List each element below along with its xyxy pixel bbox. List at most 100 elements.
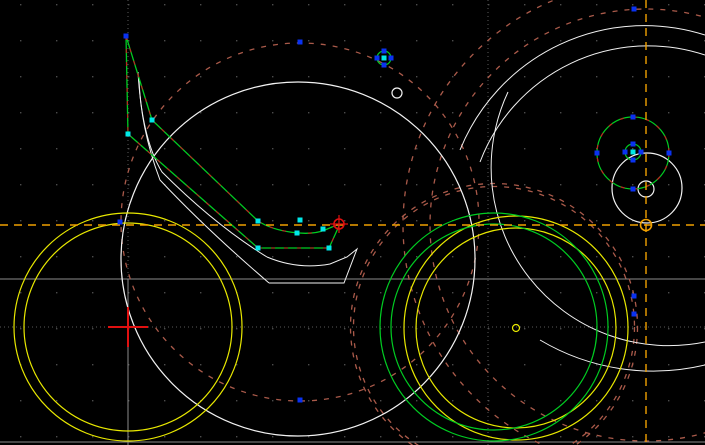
grid-dot xyxy=(524,364,525,365)
grid-dot xyxy=(632,148,633,149)
grid-dot xyxy=(668,436,669,437)
grid-dot xyxy=(308,76,309,77)
grip-point-cyan[interactable] xyxy=(256,219,261,224)
grid-dot xyxy=(308,400,309,401)
grid-dot xyxy=(596,400,597,401)
grid-dot xyxy=(416,256,417,257)
grid-dot xyxy=(20,148,21,149)
grid-dot xyxy=(56,256,57,257)
grid-dot xyxy=(524,292,525,293)
grid-dot xyxy=(272,436,273,437)
grip-point-cyan[interactable] xyxy=(126,132,131,137)
grip-point-cyan[interactable] xyxy=(256,246,261,251)
grip-point-blue[interactable] xyxy=(382,49,387,54)
grid-dot xyxy=(452,292,453,293)
grid-dot xyxy=(452,328,453,329)
grid-dot xyxy=(164,76,165,77)
grip-point-blue[interactable] xyxy=(632,294,637,299)
grid-dot xyxy=(344,364,345,365)
grip-point-cyan[interactable] xyxy=(321,227,326,232)
grid-dot xyxy=(416,112,417,113)
grip-point-blue[interactable] xyxy=(667,151,672,156)
grid-dot xyxy=(596,40,597,41)
grip-point-cyan[interactable] xyxy=(327,246,332,251)
cad-canvas[interactable] xyxy=(0,0,705,445)
grid-dot xyxy=(416,40,417,41)
grid-dot xyxy=(344,4,345,5)
grip-point-blue[interactable] xyxy=(632,312,637,317)
grid-dot xyxy=(272,400,273,401)
grip-point-cyan[interactable] xyxy=(298,218,303,223)
grid-dot xyxy=(272,328,273,329)
grip-point-blue[interactable] xyxy=(631,158,636,163)
grid-dot xyxy=(524,4,525,5)
grid-dot xyxy=(668,40,669,41)
grid-dot xyxy=(668,256,669,257)
grid-dot xyxy=(452,436,453,437)
grid-dot xyxy=(308,292,309,293)
grid-dot xyxy=(380,184,381,185)
grip-point-blue[interactable] xyxy=(298,40,303,45)
grid-dot xyxy=(560,112,561,113)
grid-dot xyxy=(236,328,237,329)
grip-point-blue[interactable] xyxy=(631,115,636,120)
cad-viewport[interactable] xyxy=(0,0,705,445)
grip-point-cyan[interactable] xyxy=(150,118,155,123)
grid-dot xyxy=(344,256,345,257)
grip-point-blue[interactable] xyxy=(632,7,637,12)
grid-dot xyxy=(20,436,21,437)
grip-point-cyan[interactable] xyxy=(382,56,387,61)
grip-point-cyan[interactable] xyxy=(295,231,300,236)
grid-dot xyxy=(92,76,93,77)
grip-point-cyan[interactable] xyxy=(631,150,636,155)
grid-dot xyxy=(20,40,21,41)
grid-dot xyxy=(344,292,345,293)
grid-dot xyxy=(56,40,57,41)
grid-dot xyxy=(452,40,453,41)
grid-dot xyxy=(308,40,309,41)
grid-dot xyxy=(236,220,237,221)
grid-dot xyxy=(200,148,201,149)
grid-dot xyxy=(92,364,93,365)
grip-point-blue[interactable] xyxy=(298,398,303,403)
grip-point-blue[interactable] xyxy=(375,56,380,61)
grip-point-blue[interactable] xyxy=(118,220,123,225)
grid-dot xyxy=(524,76,525,77)
grip-point-blue[interactable] xyxy=(631,142,636,147)
grip-point-blue[interactable] xyxy=(382,63,387,68)
grid-dot xyxy=(56,292,57,293)
grid-dot xyxy=(20,220,21,221)
grid-dot xyxy=(560,328,561,329)
grid-dot xyxy=(236,76,237,77)
grid-dot xyxy=(560,256,561,257)
grid-dot xyxy=(380,256,381,257)
grid-dot xyxy=(92,292,93,293)
grid-dot xyxy=(596,4,597,5)
grid-dot xyxy=(164,292,165,293)
grid-dot xyxy=(92,112,93,113)
grid-dot xyxy=(56,148,57,149)
grid-dot xyxy=(452,4,453,5)
grid-dot xyxy=(272,76,273,77)
grid-dot xyxy=(632,436,633,437)
grid-dot xyxy=(560,436,561,437)
grid-dot xyxy=(20,112,21,113)
grid-dot xyxy=(164,364,165,365)
grid-dot xyxy=(308,364,309,365)
grid-dot xyxy=(524,220,525,221)
grid-dot xyxy=(524,328,525,329)
grid-dot xyxy=(272,256,273,257)
grid-dot xyxy=(92,256,93,257)
grid-dot xyxy=(632,4,633,5)
grip-point-blue[interactable] xyxy=(124,34,129,39)
grip-point-blue[interactable] xyxy=(631,187,636,192)
grid-dot xyxy=(20,400,21,401)
grip-point-blue[interactable] xyxy=(623,150,628,155)
grid-dot xyxy=(560,400,561,401)
grid-dot xyxy=(92,184,93,185)
grid-dot xyxy=(164,328,165,329)
grip-point-blue[interactable] xyxy=(639,150,644,155)
grip-point-blue[interactable] xyxy=(389,56,394,61)
grid-dot xyxy=(668,292,669,293)
grip-point-blue[interactable] xyxy=(595,151,600,156)
